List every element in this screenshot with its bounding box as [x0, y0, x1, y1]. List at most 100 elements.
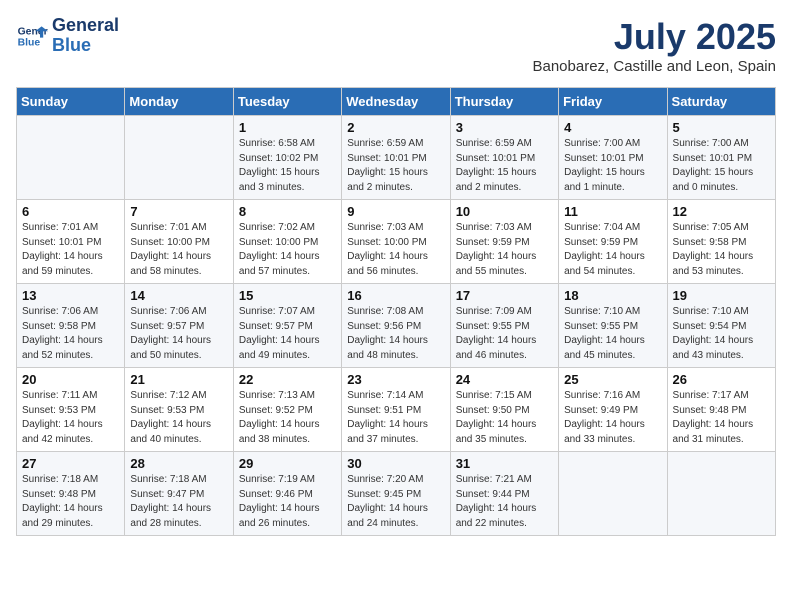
day-number: 8 [239, 204, 336, 219]
day-number: 4 [564, 120, 661, 135]
day-detail: Sunrise: 7:18 AMSunset: 9:47 PMDaylight:… [130, 473, 227, 531]
day-detail: Sunrise: 7:05 AMSunset: 9:58 PMDaylight:… [673, 221, 770, 279]
day-detail: Sunrise: 7:16 AMSunset: 9:49 PMDaylight:… [564, 389, 661, 447]
calendar-cell: 31 Sunrise: 7:21 AMSunset: 9:44 PMDayligh… [450, 452, 558, 536]
day-detail: Sunrise: 7:07 AMSunset: 9:57 PMDaylight:… [239, 305, 336, 363]
day-number: 10 [456, 204, 553, 219]
day-number: 12 [673, 204, 770, 219]
day-detail: Sunrise: 7:03 AMSunset: 9:59 PMDaylight:… [456, 221, 553, 279]
calendar-cell: 15Sunrise: 7:07 AMSunset: 9:57 PMDayligh… [233, 284, 341, 368]
day-number: 31 [456, 456, 553, 471]
day-number: 24 [456, 372, 553, 387]
day-number: 19 [673, 288, 770, 303]
day-detail: Sunrise: 7:04 AMSunset: 9:59 PMDaylight:… [564, 221, 661, 279]
calendar-table: SundayMondayTuesdayWednesdayThursdayFrid… [16, 87, 776, 536]
day-detail: Sunrise: 7:20 AMSunset: 9:45 PMDaylight:… [347, 473, 444, 531]
day-detail: Sunrise: 7:21 AMSunset: 9:44 PMDaylight:… [456, 473, 553, 531]
day-detail: Sunrise: 7:11 AMSunset: 9:53 PMDaylight:… [22, 389, 119, 447]
logo-icon: General Blue [16, 20, 48, 52]
day-detail: Sunrise: 7:06 AMSunset: 9:58 PMDaylight:… [22, 305, 119, 363]
day-number: 28 [130, 456, 227, 471]
calendar-cell: 26 Sunrise: 7:17 AMSunset: 9:48 PMDayligh… [667, 368, 775, 452]
calendar-cell: 4 Sunrise: 7:00 AMSunset: 10:01 PMDayligh… [559, 116, 667, 200]
calendar-cell: 20 Sunrise: 7:11 AMSunset: 9:53 PMDayligh… [17, 368, 125, 452]
day-header-sunday: Sunday [17, 88, 125, 116]
calendar-cell: 25 Sunrise: 7:16 AMSunset: 9:49 PMDayligh… [559, 368, 667, 452]
day-detail: Sunrise: 7:17 AMSunset: 9:48 PMDaylight:… [673, 389, 770, 447]
calendar-cell: 12 Sunrise: 7:05 AMSunset: 9:58 PMDayligh… [667, 200, 775, 284]
calendar-cell: 27 Sunrise: 7:18 AMSunset: 9:48 PMDayligh… [17, 452, 125, 536]
calendar-cell [17, 116, 125, 200]
day-number: 20 [22, 372, 119, 387]
calendar-cell: 29 Sunrise: 7:19 AMSunset: 9:46 PMDayligh… [233, 452, 341, 536]
day-number: 18 [564, 288, 661, 303]
day-detail: Sunrise: 7:09 AMSunset: 9:55 PMDaylight:… [456, 305, 553, 363]
day-detail: Sunrise: 7:10 AMSunset: 9:55 PMDaylight:… [564, 305, 661, 363]
day-number: 2 [347, 120, 444, 135]
day-header-thursday: Thursday [450, 88, 558, 116]
day-header-wednesday: Wednesday [342, 88, 450, 116]
calendar-cell: 22 Sunrise: 7:13 AMSunset: 9:52 PMDayligh… [233, 368, 341, 452]
day-number: 27 [22, 456, 119, 471]
day-number: 21 [130, 372, 227, 387]
day-number: 25 [564, 372, 661, 387]
calendar-cell: 21Sunrise: 7:12 AMSunset: 9:53 PMDayligh… [125, 368, 233, 452]
week-row-3: 13 Sunrise: 7:06 AMSunset: 9:58 PMDayligh… [17, 284, 776, 368]
day-detail: Sunrise: 7:03 AMSunset: 10:00 PMDaylight… [347, 221, 444, 279]
calendar-cell [559, 452, 667, 536]
logo-text-line2: Blue [52, 36, 119, 56]
week-row-1: 1Sunrise: 6:58 AMSunset: 10:02 PMDayligh… [17, 116, 776, 200]
location-title: Banobarez, Castille and Leon, Spain [532, 58, 776, 75]
day-header-monday: Monday [125, 88, 233, 116]
day-detail: Sunrise: 7:18 AMSunset: 9:48 PMDaylight:… [22, 473, 119, 531]
day-detail: Sunrise: 7:00 AMSunset: 10:01 PMDaylight… [564, 137, 661, 195]
day-detail: Sunrise: 7:01 AMSunset: 10:00 PMDaylight… [130, 221, 227, 279]
month-title: July 2025 [532, 16, 776, 58]
calendar-cell: 13 Sunrise: 7:06 AMSunset: 9:58 PMDayligh… [17, 284, 125, 368]
day-detail: Sunrise: 7:14 AMSunset: 9:51 PMDaylight:… [347, 389, 444, 447]
calendar-cell: 10 Sunrise: 7:03 AMSunset: 9:59 PMDayligh… [450, 200, 558, 284]
day-number: 17 [456, 288, 553, 303]
day-number: 22 [239, 372, 336, 387]
day-number: 13 [22, 288, 119, 303]
calendar-cell: 19Sunrise: 7:10 AMSunset: 9:54 PMDayligh… [667, 284, 775, 368]
day-number: 7 [130, 204, 227, 219]
day-detail: Sunrise: 7:13 AMSunset: 9:52 PMDaylight:… [239, 389, 336, 447]
calendar-cell: 30Sunrise: 7:20 AMSunset: 9:45 PMDayligh… [342, 452, 450, 536]
day-number: 29 [239, 456, 336, 471]
logo: General Blue General Blue [16, 16, 119, 56]
page-header: General Blue General Blue July 2025 Bano… [16, 16, 776, 75]
day-detail: Sunrise: 6:59 AMSunset: 10:01 PMDaylight… [456, 137, 553, 195]
calendar-cell [667, 452, 775, 536]
logo-text-line1: General [52, 16, 119, 36]
day-detail: Sunrise: 7:02 AMSunset: 10:00 PMDaylight… [239, 221, 336, 279]
day-number: 11 [564, 204, 661, 219]
calendar-cell: 24 Sunrise: 7:15 AMSunset: 9:50 PMDayligh… [450, 368, 558, 452]
day-number: 1 [239, 120, 336, 135]
week-row-4: 20 Sunrise: 7:11 AMSunset: 9:53 PMDayligh… [17, 368, 776, 452]
day-number: 5 [673, 120, 770, 135]
calendar-cell: 14Sunrise: 7:06 AMSunset: 9:57 PMDayligh… [125, 284, 233, 368]
day-header-friday: Friday [559, 88, 667, 116]
calendar-cell: 8 Sunrise: 7:02 AMSunset: 10:00 PMDayligh… [233, 200, 341, 284]
day-number: 3 [456, 120, 553, 135]
calendar-cell: 17 Sunrise: 7:09 AMSunset: 9:55 PMDayligh… [450, 284, 558, 368]
day-number: 6 [22, 204, 119, 219]
day-header-tuesday: Tuesday [233, 88, 341, 116]
day-detail: Sunrise: 7:08 AMSunset: 9:56 PMDaylight:… [347, 305, 444, 363]
day-detail: Sunrise: 7:15 AMSunset: 9:50 PMDaylight:… [456, 389, 553, 447]
week-row-5: 27 Sunrise: 7:18 AMSunset: 9:48 PMDayligh… [17, 452, 776, 536]
calendar-cell: 1Sunrise: 6:58 AMSunset: 10:02 PMDayligh… [233, 116, 341, 200]
day-number: 16 [347, 288, 444, 303]
svg-text:Blue: Blue [18, 37, 41, 48]
day-detail: Sunrise: 7:19 AMSunset: 9:46 PMDaylight:… [239, 473, 336, 531]
calendar-cell: 7 Sunrise: 7:01 AMSunset: 10:00 PMDayligh… [125, 200, 233, 284]
calendar-cell: 16 Sunrise: 7:08 AMSunset: 9:56 PMDayligh… [342, 284, 450, 368]
day-number: 14 [130, 288, 227, 303]
calendar-cell: 18 Sunrise: 7:10 AMSunset: 9:55 PMDayligh… [559, 284, 667, 368]
day-detail: Sunrise: 6:59 AMSunset: 10:01 PMDaylight… [347, 137, 444, 195]
calendar-cell: 23Sunrise: 7:14 AMSunset: 9:51 PMDayligh… [342, 368, 450, 452]
calendar-cell: 2 Sunrise: 6:59 AMSunset: 10:01 PMDayligh… [342, 116, 450, 200]
day-number: 26 [673, 372, 770, 387]
day-number: 9 [347, 204, 444, 219]
